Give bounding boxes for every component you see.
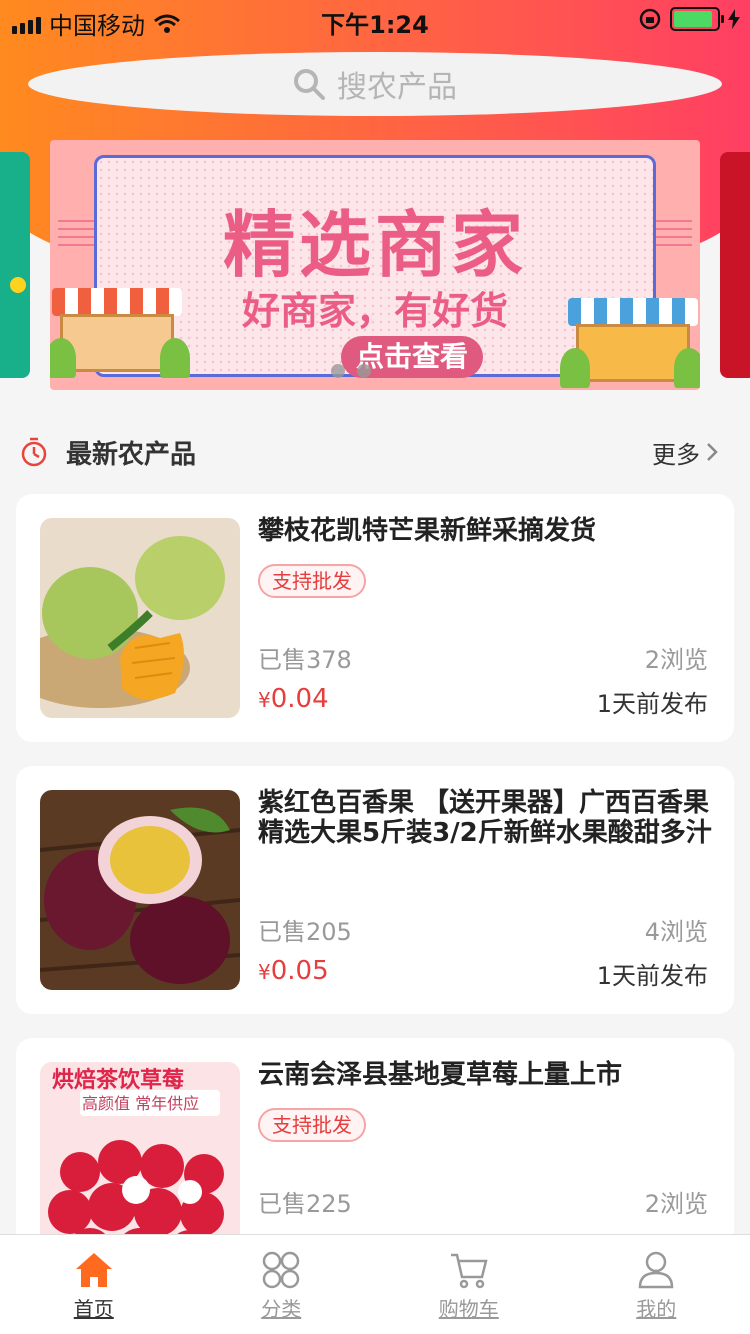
posted-time: 1天前发布 [596, 962, 708, 990]
section-header: 最新农产品 更多 [16, 430, 734, 474]
tab-label: 购物车 [438, 1297, 499, 1321]
more-label: 更多 [652, 440, 700, 469]
section-title: 最新农产品 [66, 439, 197, 470]
view-count: 2浏览 [644, 646, 708, 674]
product-price: ¥0.04 [258, 684, 329, 714]
sold-count: 已售205 [258, 918, 352, 946]
product-name: 紫红色百香果 【送开果器】广西百香果精选大果5斤装3/2斤新鲜水果酸甜多汁 [258, 788, 712, 848]
storefront-illustration [560, 288, 700, 388]
promo-banner[interactable]: 精选商家 好商家，有好货 点击查看 [50, 140, 700, 390]
product-price: ¥0.05 [258, 956, 329, 986]
product-list: 攀枝花凯特芒果新鲜采摘发货 支持批发 已售378 2浏览 ¥0.04 1天前发布… [16, 494, 734, 1310]
image-headline: 烘焙茶饮草莓 [52, 1068, 185, 1093]
home-icon [75, 1253, 112, 1287]
status-bar: 中国移动 下午1:24 [0, 0, 750, 40]
product-card[interactable]: 攀枝花凯特芒果新鲜采摘发货 支持批发 已售378 2浏览 ¥0.04 1天前发布 [16, 494, 734, 742]
view-count: 2浏览 [644, 1190, 708, 1218]
tab-home[interactable]: 首页 [0, 1235, 188, 1334]
chevron-right-icon [707, 443, 718, 461]
tab-label: 首页 [73, 1297, 114, 1321]
product-name: 云南会泽县基地夏草莓上量上市 [258, 1060, 623, 1090]
banner-next-slide[interactable] [720, 152, 750, 378]
product-image-passion-fruit [40, 790, 240, 990]
sold-count: 已售225 [258, 1190, 352, 1218]
search-placeholder: 搜农产品 [337, 70, 457, 105]
cart-icon [450, 1253, 488, 1289]
tab-label: 我的 [636, 1297, 677, 1321]
posted-time: 1天前发布 [596, 690, 708, 718]
charging-icon [728, 9, 740, 29]
search-bar[interactable]: 搜农产品 [28, 52, 722, 116]
tab-profile[interactable]: 我的 [563, 1235, 750, 1334]
wholesale-tag: 支持批发 [258, 1108, 366, 1142]
category-icon [263, 1251, 300, 1289]
banner-title: 精选商家 [222, 203, 527, 287]
storefront-illustration [50, 278, 190, 378]
pagination-dot [331, 364, 345, 378]
product-image-strawberry: 烘焙茶饮草莓 高颜值 常年供应 [40, 1062, 240, 1262]
product-image-mango [40, 518, 240, 718]
battery-icon [670, 7, 724, 31]
clock-icon [21, 437, 47, 467]
banner-prev-slide[interactable] [0, 152, 30, 378]
sold-count: 已售378 [258, 646, 352, 674]
bottom-tab-bar: 首页 分类 购物车 我的 [0, 1234, 750, 1334]
profile-icon [638, 1251, 674, 1289]
search-icon [294, 69, 325, 100]
tab-cart[interactable]: 购物车 [375, 1235, 563, 1334]
pagination-dot [357, 364, 371, 378]
view-count: 4浏览 [644, 918, 708, 946]
tab-label: 分类 [261, 1297, 302, 1321]
wholesale-tag: 支持批发 [258, 564, 366, 598]
more-link[interactable]: 更多 [652, 435, 718, 470]
tab-category[interactable]: 分类 [188, 1235, 376, 1334]
product-card[interactable]: 紫红色百香果 【送开果器】广西百香果精选大果5斤装3/2斤新鲜水果酸甜多汁 已售… [16, 766, 734, 1014]
image-caption: 高颜值 常年供应 [82, 1094, 200, 1113]
banner-pagination [331, 364, 371, 378]
product-name: 攀枝花凯特芒果新鲜采摘发货 [258, 516, 597, 546]
rotation-lock-icon [639, 8, 661, 30]
